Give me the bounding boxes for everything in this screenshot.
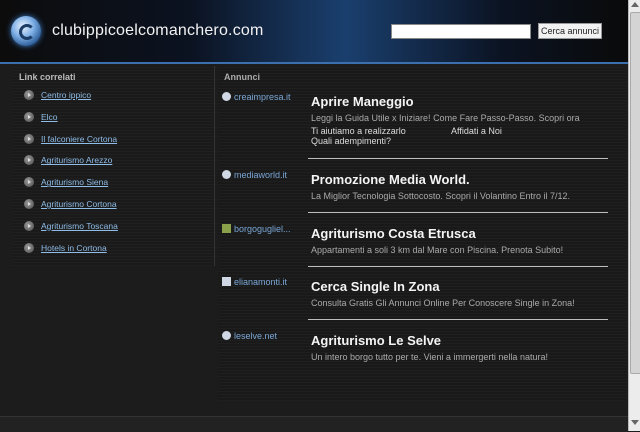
- related-links-list: Centro ippico Elco Il falconiere Cortona…: [12, 87, 214, 261]
- ad-heading[interactable]: Agriturismo Le Selve: [311, 333, 441, 348]
- related-link[interactable]: Elco: [41, 112, 58, 122]
- favicon-icon: [222, 277, 231, 286]
- ad-description: La Miglior Tecnologia Sottocosto. Scopri…: [311, 191, 570, 201]
- ad-domain[interactable]: mediaworld.it: [234, 170, 287, 180]
- divider: [308, 266, 608, 267]
- list-item: Elco: [12, 109, 214, 131]
- related-link[interactable]: Agriturismo Siena: [41, 177, 108, 187]
- favicon-icon: [222, 170, 231, 179]
- list-item: Agriturismo Arezzo: [12, 152, 214, 174]
- arrow-bullet-icon: [24, 177, 34, 188]
- list-item: Agriturismo Cortona: [12, 196, 214, 218]
- arrow-bullet-icon: [24, 90, 34, 100]
- list-item: Il falconiere Cortona: [12, 131, 214, 153]
- logo-icon: [11, 16, 41, 46]
- related-link[interactable]: Agriturismo Cortona: [41, 199, 117, 209]
- arrow-bullet-icon: [24, 155, 34, 166]
- footer: [0, 416, 628, 432]
- vertical-scrollbar[interactable]: [628, 0, 640, 431]
- ad-domain-link[interactable]: leselve.net: [222, 331, 277, 341]
- divider: [308, 319, 608, 320]
- scroll-thumb[interactable]: [630, 12, 640, 374]
- ad-description: Appartamenti a soli 3 km dal Mare con Pi…: [311, 245, 564, 255]
- divider: [308, 158, 608, 159]
- related-link[interactable]: Centro ippico: [41, 90, 91, 100]
- favicon-icon: [222, 331, 231, 340]
- search-button[interactable]: Cerca annunci: [538, 23, 602, 39]
- ad-sitelink[interactable]: Quali adempimenti?: [311, 136, 391, 146]
- related-link[interactable]: Il falconiere Cortona: [41, 134, 117, 144]
- favicon-icon: [222, 92, 231, 101]
- ad-domain[interactable]: creaimpresa.it: [234, 92, 291, 102]
- ad-heading[interactable]: Promozione Media World.: [311, 172, 470, 187]
- ad-heading[interactable]: Aprire Maneggio: [311, 94, 414, 109]
- divider: [308, 212, 608, 213]
- arrow-bullet-icon: [24, 111, 34, 122]
- related-link[interactable]: Hotels in Cortona: [41, 243, 107, 253]
- ad-domain-link[interactable]: elianamonti.it: [222, 277, 287, 287]
- ad-domain[interactable]: elianamonti.it: [234, 277, 287, 287]
- scroll-down-icon[interactable]: [631, 420, 639, 425]
- ad-heading[interactable]: Cerca Single In Zona: [311, 279, 440, 294]
- ad-description: Leggi la Guida Utile x Iniziare! Come Fa…: [311, 113, 580, 123]
- ad-domain[interactable]: leselve.net: [234, 331, 277, 341]
- ad-domain-link[interactable]: creaimpresa.it: [222, 92, 291, 102]
- search-input[interactable]: [391, 24, 531, 39]
- list-item: Agriturismo Toscana: [12, 218, 214, 240]
- related-links-panel: Link correlati Centro ippico Elco Il fal…: [12, 66, 215, 266]
- ad-description: Consulta Gratis Gli Annunci Online Per C…: [311, 298, 575, 308]
- scroll-up-icon[interactable]: [631, 2, 639, 7]
- ad-sitelink[interactable]: Affidati a Noi: [451, 126, 502, 136]
- ad-domain-link[interactable]: borgogugliel...: [222, 224, 291, 234]
- arrow-bullet-icon: [24, 242, 34, 253]
- site-title: clubippicoelcomanchero.com: [52, 22, 264, 39]
- arrow-bullet-icon: [24, 220, 34, 231]
- arrow-bullet-icon: [24, 198, 34, 209]
- site-header: clubippicoelcomanchero.com: [0, 0, 628, 64]
- ad-description: Un intero borgo tutto per te. Vieni a im…: [311, 352, 548, 362]
- ads-title: Annunci: [224, 72, 260, 82]
- favicon-icon: [222, 224, 231, 233]
- arrow-bullet-icon: [24, 133, 34, 144]
- related-link[interactable]: Agriturismo Arezzo: [41, 155, 112, 165]
- ad-sitelink[interactable]: Ti aiutiamo a realizzarlo: [311, 126, 406, 136]
- ad-domain[interactable]: borgogugliel...: [234, 224, 291, 234]
- related-link[interactable]: Agriturismo Toscana: [41, 221, 118, 231]
- list-item: Centro ippico: [12, 87, 214, 109]
- ad-heading[interactable]: Agriturismo Costa Etrusca: [311, 226, 476, 241]
- ad-domain-link[interactable]: mediaworld.it: [222, 170, 287, 180]
- list-item: Agriturismo Siena: [12, 174, 214, 196]
- panel-title: Link correlati: [19, 72, 76, 82]
- list-item: Hotels in Cortona: [12, 240, 214, 262]
